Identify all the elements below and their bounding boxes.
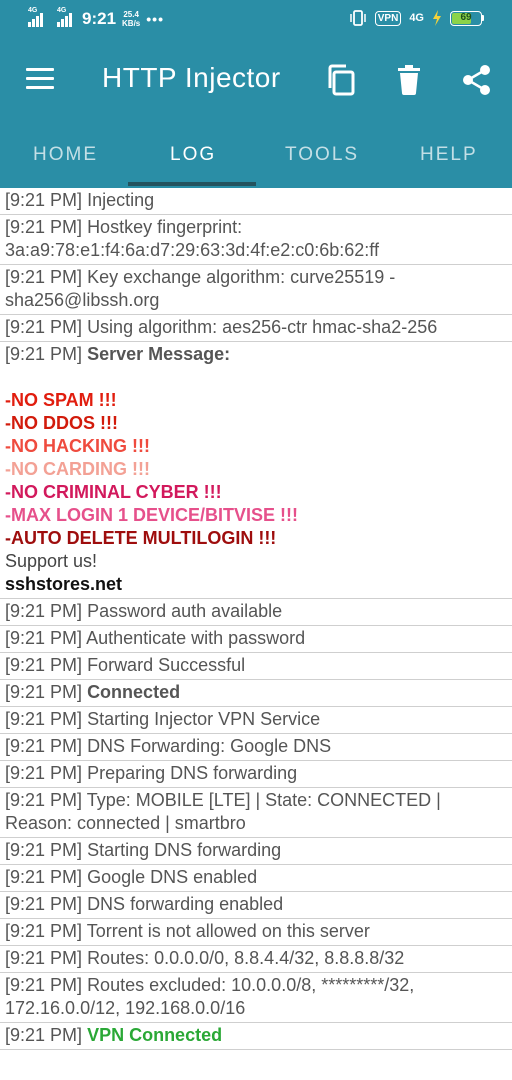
server-rule-auto-delete: -AUTO DELETE MULTILOGIN !!! <box>5 528 277 548</box>
log-row: [9:21 PM] Forward Successful <box>0 653 512 680</box>
log-timestamp: [9:21 PM] <box>5 763 83 783</box>
network-type-label-2: 4G <box>57 7 67 14</box>
log-row: [9:21 PM] DNS forwarding enabled <box>0 892 512 919</box>
server-rule-no-ddos: -NO DDOS !!! <box>5 413 118 433</box>
log-text: DNS forwarding enabled <box>87 894 284 914</box>
log-row: [9:21 PM] Password auth available <box>0 599 512 626</box>
server-message-label: Server Message: <box>87 344 231 364</box>
log-row: [9:21 PM] Preparing DNS forwarding <box>0 761 512 788</box>
network-type-label-3: 4G <box>409 12 424 24</box>
log-row: [9:21 PM] Starting Injector VPN Service <box>0 707 512 734</box>
log-timestamp: [9:21 PM] <box>5 317 83 337</box>
status-bar: 4G 4G 9:21 25.4 KB/s ••• VPN 4G 69 <box>0 0 512 40</box>
log-timestamp: [9:21 PM] <box>5 217 83 237</box>
menu-icon[interactable] <box>26 68 54 95</box>
log-text-connected: Connected <box>87 682 181 702</box>
log-text: Preparing DNS forwarding <box>87 763 298 783</box>
tab-tools[interactable]: TOOLS <box>285 144 359 166</box>
log-timestamp: [9:21 PM] <box>5 190 83 210</box>
network-type-label: 4G <box>28 7 38 14</box>
log-timestamp: [9:21 PM] <box>5 601 83 621</box>
log-text: Injecting <box>87 190 155 210</box>
signal-icon-2: 4G <box>57 7 72 27</box>
log-timestamp: [9:21 PM] <box>5 709 83 729</box>
more-notifications-icon: ••• <box>146 11 164 27</box>
log-row: [9:21 PM] Routes: 0.0.0.0/0, 8.8.4.4/32,… <box>0 946 512 973</box>
server-rule-no-hacking: -NO HACKING !!! <box>5 436 150 456</box>
log-row: [9:21 PM] Key exchange algorithm: curve2… <box>0 265 512 315</box>
log-text: Authenticate with password <box>86 628 306 648</box>
log-text: Google DNS enabled <box>87 867 258 887</box>
log-row: [9:21 PM] Type: MOBILE [LTE] | State: CO… <box>0 788 512 838</box>
speed-value: 25.4 <box>123 10 139 19</box>
log-row: [9:21 PM] Injecting <box>0 188 512 215</box>
server-rule-max-login: -MAX LOGIN 1 DEVICE/BITVISE !!! <box>5 505 299 525</box>
copy-icon[interactable] <box>326 64 356 96</box>
log-row: [9:21 PM] Routes excluded: 10.0.0.0/8, *… <box>0 973 512 1023</box>
log-timestamp: [9:21 PM] <box>5 975 83 995</box>
tab-bar: HOME LOG TOOLS HELP <box>0 120 512 188</box>
log-timestamp: [9:21 PM] <box>5 840 83 860</box>
server-rule-no-carding: -NO CARDING !!! <box>5 459 150 479</box>
log-timestamp: [9:21 PM] <box>5 682 83 702</box>
log-text: Password auth available <box>87 601 283 621</box>
app-bar: HTTP Injector <box>0 40 512 120</box>
vibrate-icon <box>350 10 366 26</box>
log-timestamp: [9:21 PM] <box>5 948 83 968</box>
status-right: VPN 4G 69 <box>349 10 484 26</box>
share-icon[interactable] <box>462 64 492 96</box>
log-timestamp: [9:21 PM] <box>5 628 83 648</box>
log-row: [9:21 PM] Hostkey fingerprint: 3a:a9:78:… <box>0 215 512 265</box>
speed-unit: KB/s <box>122 19 141 28</box>
server-rule-no-spam: -NO SPAM !!! <box>5 390 117 410</box>
log-text: Using algorithm: aes256-ctr hmac-sha2-25… <box>87 317 438 337</box>
active-tab-indicator <box>128 182 256 186</box>
log-text: Starting DNS forwarding <box>87 840 282 860</box>
support-text: Support us! <box>5 551 98 571</box>
server-rule-no-criminal-cyber: -NO CRIMINAL CYBER !!! <box>5 482 222 502</box>
log-timestamp: [9:21 PM] <box>5 344 83 364</box>
server-site: sshstores.net <box>5 574 123 594</box>
log-timestamp: [9:21 PM] <box>5 921 83 941</box>
log-text: DNS Forwarding: Google DNS <box>87 736 332 756</box>
log-row-server-message: [9:21 PM] Server Message: -NO SPAM !!! -… <box>0 342 512 599</box>
log-text: Starting Injector VPN Service <box>87 709 321 729</box>
log-row: [9:21 PM] Starting DNS forwarding <box>0 838 512 865</box>
vpn-badge: VPN <box>374 10 402 26</box>
log-row: [9:21 PM] Google DNS enabled <box>0 865 512 892</box>
log-timestamp: [9:21 PM] <box>5 894 83 914</box>
battery-level: 69 <box>460 11 472 23</box>
log-text: Routes: 0.0.0.0/0, 8.8.4.4/32, 8.8.8.8/3… <box>87 948 405 968</box>
status-left: 4G 4G 9:21 25.4 KB/s ••• <box>28 7 164 29</box>
log-row: [9:21 PM] Torrent is not allowed on this… <box>0 919 512 946</box>
log-timestamp: [9:21 PM] <box>5 867 83 887</box>
battery-icon: 69 <box>450 10 484 26</box>
log-row: [9:21 PM] Connected <box>0 680 512 707</box>
delete-icon[interactable] <box>396 64 422 96</box>
log-text-vpn-connected: VPN Connected <box>87 1025 223 1045</box>
log-row: [9:21 PM] Using algorithm: aes256-ctr hm… <box>0 315 512 342</box>
log-timestamp: [9:21 PM] <box>5 655 83 675</box>
tab-home[interactable]: HOME <box>33 144 98 166</box>
log-text: Forward Successful <box>87 655 246 675</box>
server-message-block: -NO SPAM !!! -NO DDOS !!! -NO HACKING !!… <box>5 389 507 596</box>
signal-icon: 4G <box>28 7 43 27</box>
log-timestamp: [9:21 PM] <box>5 790 83 810</box>
log-timestamp: [9:21 PM] <box>5 267 83 287</box>
log-timestamp: [9:21 PM] <box>5 736 83 756</box>
tab-log[interactable]: LOG <box>170 144 216 166</box>
charging-icon <box>433 10 441 26</box>
log-text: Torrent is not allowed on this server <box>86 921 370 941</box>
app-title: HTTP Injector <box>102 62 281 93</box>
clock: 9:21 <box>82 9 117 28</box>
log-timestamp: [9:21 PM] <box>5 1025 83 1045</box>
tab-help[interactable]: HELP <box>420 144 478 166</box>
log-row: [9:21 PM] DNS Forwarding: Google DNS <box>0 734 512 761</box>
log-row: [9:21 PM] Authenticate with password <box>0 626 512 653</box>
network-speed: 25.4 KB/s <box>122 10 140 28</box>
log-list[interactable]: [9:21 PM] Injecting [9:21 PM] Hostkey fi… <box>0 188 512 1050</box>
log-row: [9:21 PM] VPN Connected <box>0 1023 512 1050</box>
